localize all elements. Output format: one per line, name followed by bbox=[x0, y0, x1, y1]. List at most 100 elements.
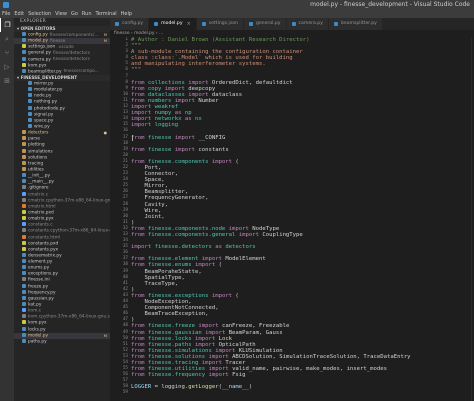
code-token: finesse.paths bbox=[147, 341, 192, 348]
file-type-icon bbox=[22, 216, 26, 221]
menu-item-selection[interactable]: Selection bbox=[28, 10, 51, 18]
code-token: finesse.components.general bbox=[147, 232, 236, 238]
code-token: Mirror, bbox=[131, 183, 169, 190]
code-token: OpticalPath bbox=[218, 341, 256, 348]
file-path-hint: finesse/detectors bbox=[52, 50, 90, 56]
code-token: ) bbox=[131, 317, 135, 324]
code-token: class :class:`.Model` which is used for … bbox=[131, 55, 293, 62]
tab-config-py[interactable]: config.py bbox=[110, 18, 150, 30]
python-file-icon bbox=[154, 22, 159, 26]
editor-tab-bar: config.py model.py × settings.json general.p… bbox=[110, 18, 474, 30]
python-file-icon bbox=[291, 22, 296, 26]
extensions-icon[interactable]: ⊞ bbox=[0, 74, 14, 88]
file-type-icon bbox=[22, 234, 26, 239]
open-editors-list: config.py finesse/components/... Mmodel.py… bbox=[14, 32, 110, 75]
code-token: finesse.exceptions bbox=[147, 292, 209, 299]
file-tree-item[interactable]: paths.py bbox=[14, 338, 110, 345]
code-token: BeamParam, Gauss bbox=[228, 329, 283, 336]
code-token: as bbox=[171, 110, 185, 117]
menu-item-edit[interactable]: Edit bbox=[14, 10, 24, 18]
code-token: from bbox=[131, 225, 148, 232]
menu-item-go[interactable]: Go bbox=[71, 10, 78, 18]
code-token: BeamPoraheStatte, bbox=[131, 268, 202, 275]
activity-bar: ❐ ⌕ ⑂ ▷ ⊞ bbox=[0, 18, 14, 401]
text-cursor bbox=[132, 134, 133, 141]
code-token: OrderedDict, defaultdict bbox=[211, 79, 293, 86]
code-token: finesse.locks bbox=[147, 335, 192, 342]
tab-settings-json[interactable]: settings.json bbox=[196, 18, 244, 30]
run-debug-icon[interactable]: ▷ bbox=[0, 60, 14, 74]
code-token: import bbox=[235, 232, 263, 238]
file-type-icon bbox=[22, 320, 26, 325]
code-token: ) bbox=[131, 286, 135, 293]
explorer-title: EXPLORER bbox=[20, 19, 47, 24]
open-editors-label: OPEN EDITORS bbox=[20, 26, 56, 31]
menu-item-file[interactable]: File bbox=[2, 10, 10, 18]
file-type-icon bbox=[28, 87, 32, 92]
code-token: KLUSimulation bbox=[238, 347, 283, 354]
code-token: from bbox=[131, 353, 148, 360]
code-token: import bbox=[184, 79, 212, 86]
workspace-label: FINESSE_DEVELOPMENT bbox=[20, 74, 78, 80]
file-name: __init__.py bbox=[28, 173, 51, 179]
file-name: cmatrix.pyx bbox=[28, 216, 54, 222]
file-type-icon bbox=[22, 228, 26, 233]
tab-camera-py[interactable]: camera.py bbox=[286, 18, 329, 30]
code-token: Lock bbox=[218, 335, 233, 342]
code-token: import bbox=[191, 341, 219, 348]
code-token: import bbox=[225, 225, 253, 232]
code-editor[interactable]: 1 2 3 4 5 6 7 8 9 10 11 12 13 14 15 16 17 18 19 20 21 22 23 24 2… bbox=[110, 37, 474, 401]
code-token: from bbox=[131, 292, 148, 299]
file-type-icon bbox=[22, 166, 26, 171]
code-token: numpy bbox=[154, 110, 172, 117]
file-name: gaussian.py bbox=[28, 296, 54, 302]
tab-beamsplitter-py[interactable]: beamsplitter.py bbox=[328, 18, 383, 30]
file-type-icon bbox=[22, 203, 26, 208]
file-path-hint: finesse/compo... bbox=[63, 69, 99, 75]
code-line[interactable]: LOGGER = logging.getLogger(__name__) bbox=[131, 384, 474, 390]
file-name: densematrix.py bbox=[28, 253, 62, 259]
code-token: from bbox=[131, 372, 148, 379]
source-control-icon[interactable]: ⑂ bbox=[0, 46, 14, 60]
explorer-icon[interactable]: ❐ bbox=[0, 18, 14, 32]
file-name: modulator.py bbox=[34, 87, 63, 93]
code-token: ModelElement bbox=[225, 256, 266, 263]
code-token: Cavity, bbox=[131, 201, 169, 208]
tab-label: model.py bbox=[161, 21, 183, 26]
code-token: import bbox=[131, 110, 155, 117]
breadcrumb[interactable]: finesse › model.py › ... bbox=[110, 30, 474, 37]
code-token: Beamsplitter, bbox=[131, 189, 189, 196]
code-token: from bbox=[131, 79, 148, 86]
code-token: Space, bbox=[131, 177, 165, 184]
file-path-hint: finesse bbox=[50, 38, 66, 44]
tab-general-py[interactable]: general.py bbox=[243, 18, 287, 30]
code-token: finesse.simulations bbox=[147, 347, 212, 354]
code-token: ) bbox=[248, 384, 253, 391]
code-token: import bbox=[205, 372, 233, 379]
file-type-icon bbox=[22, 326, 26, 331]
tab-model-py[interactable]: model.py × bbox=[149, 18, 197, 30]
file-type-icon bbox=[22, 271, 26, 276]
file-type-icon bbox=[22, 222, 26, 227]
code-token: copy bbox=[147, 85, 162, 92]
menu-item-help[interactable]: Help bbox=[121, 10, 132, 18]
file-name: cmatrix.cpython-37m-x86_64-linux-gnu.so bbox=[28, 198, 110, 204]
python-file-icon bbox=[248, 22, 253, 26]
menu-item-view[interactable]: View bbox=[55, 10, 67, 18]
file-name: cmatrix.pxd bbox=[28, 210, 54, 216]
code-token: numbers bbox=[147, 97, 172, 104]
code-lines[interactable]: # Author : Daniel Brown (Assistant Resea… bbox=[131, 37, 474, 390]
menu-item-run[interactable]: Run bbox=[82, 10, 92, 18]
file-name: node.py bbox=[34, 93, 52, 99]
open-editor-item[interactable]: beamsplitter.py finesse/compo... bbox=[14, 68, 110, 75]
title-bar: model.py - finesse_development - Visual … bbox=[0, 0, 474, 10]
menu-item-terminal[interactable]: Terminal bbox=[96, 10, 117, 18]
file-name: __main__.py bbox=[28, 179, 54, 185]
search-icon[interactable]: ⌕ bbox=[0, 32, 14, 46]
code-token: finesse bbox=[147, 134, 172, 141]
python-file-icon bbox=[115, 22, 119, 26]
code-token: Wire, bbox=[131, 207, 162, 214]
code-token: from bbox=[131, 256, 148, 263]
close-icon[interactable]: × bbox=[187, 18, 191, 30]
code-token: detectors bbox=[225, 244, 256, 251]
